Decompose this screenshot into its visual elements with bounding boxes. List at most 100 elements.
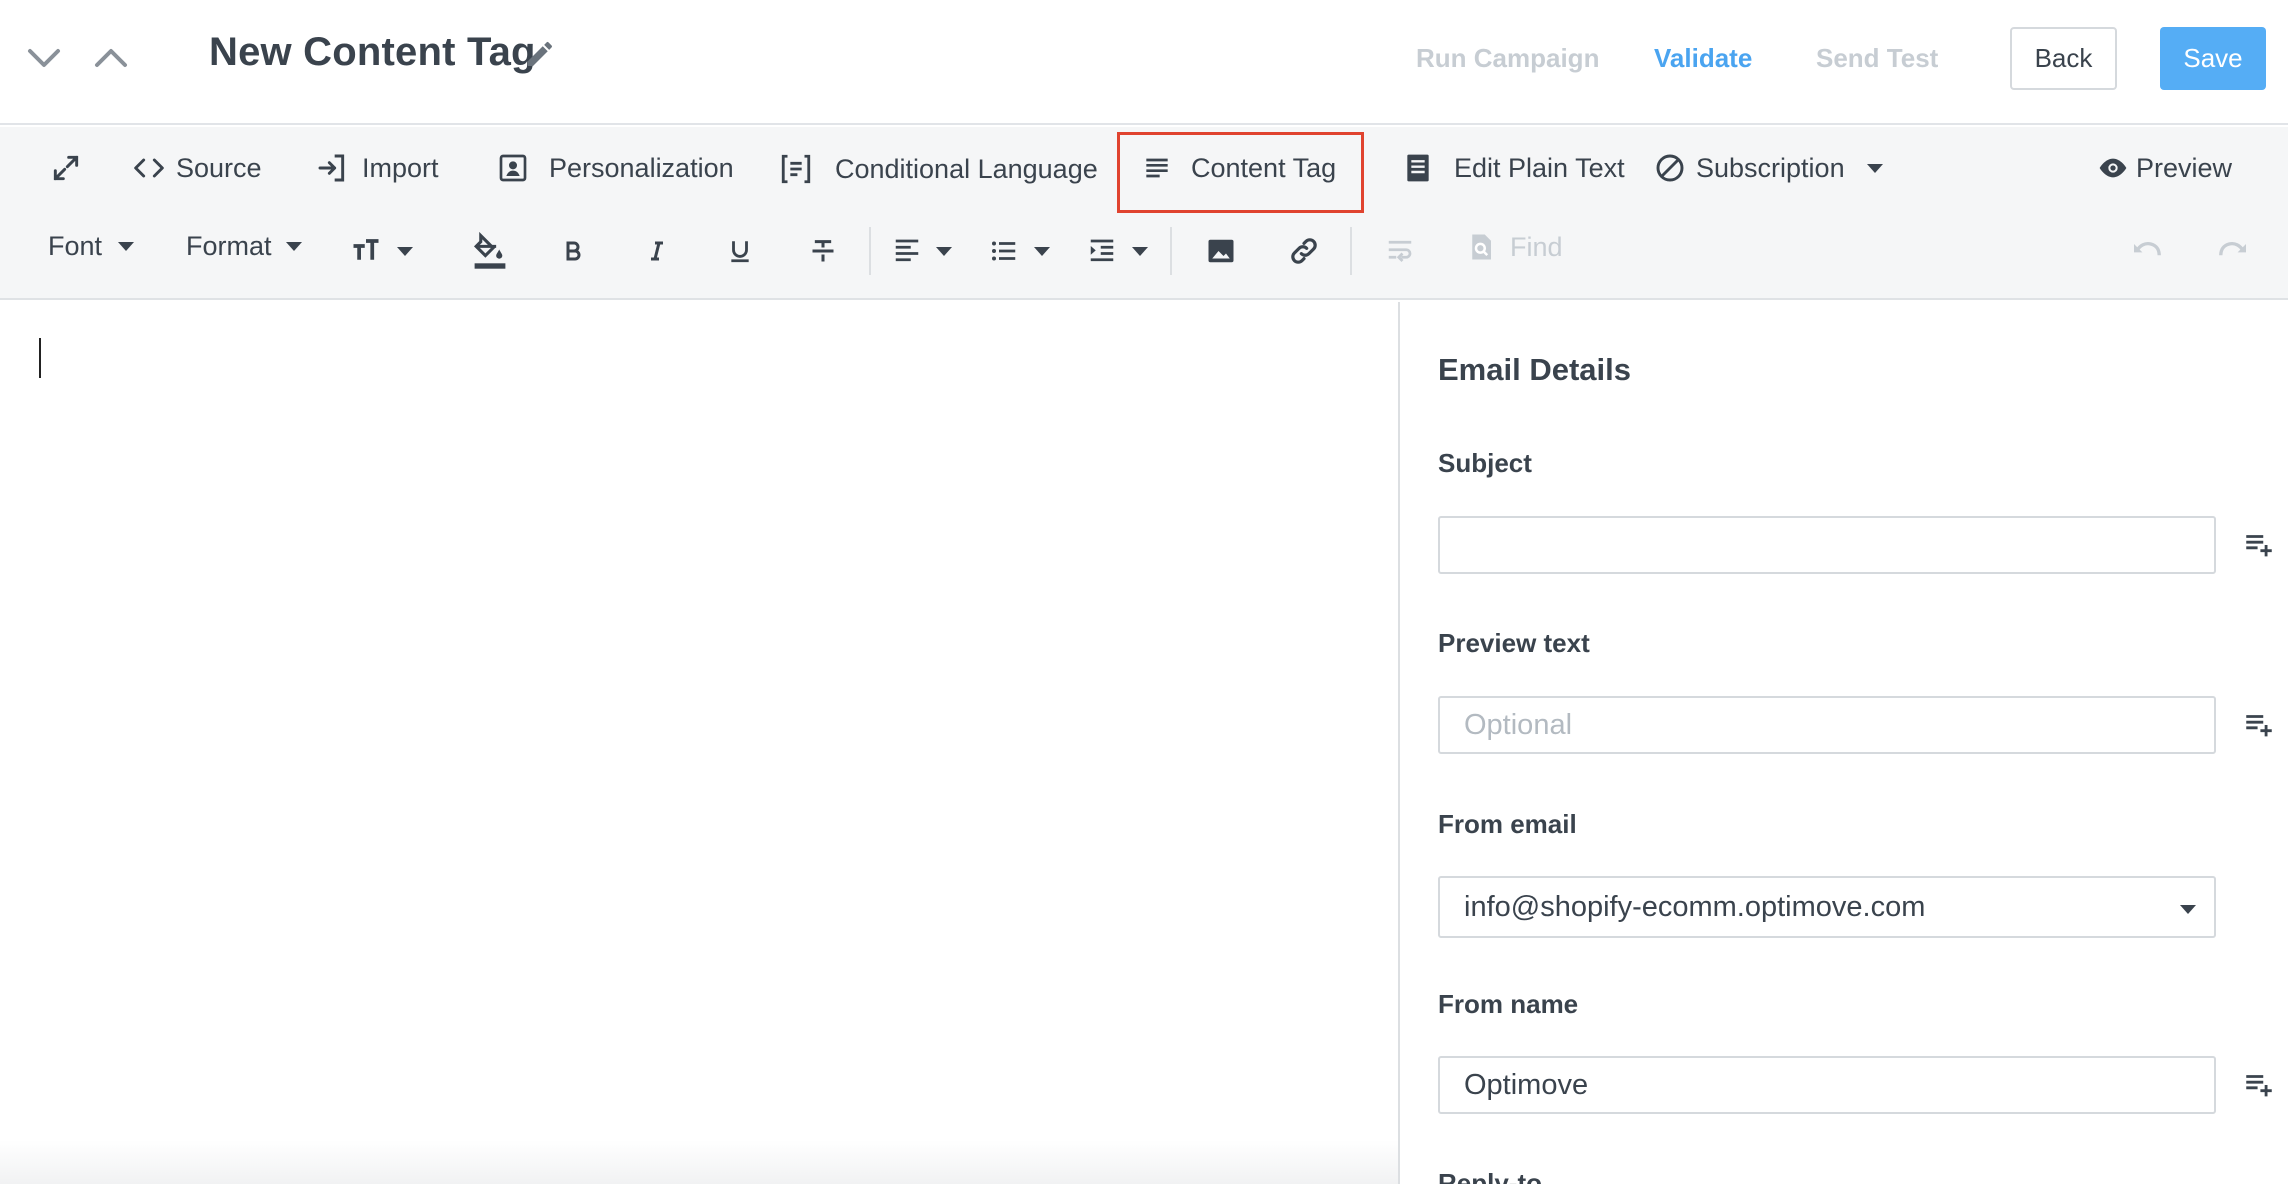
bold-button[interactable] [556,231,590,271]
subscription-dropdown[interactable]: Subscription [1654,152,1883,184]
italic-button[interactable] [640,231,674,271]
validate-link[interactable]: Validate [1654,43,1752,74]
editor-toolbar: Source Import Personalization Conditiona… [0,127,2288,300]
undo-button[interactable] [2128,229,2168,273]
indent-dropdown[interactable] [1080,229,1154,273]
document-icon [1407,154,1429,182]
fullscreen-button[interactable] [50,152,82,184]
underline-button[interactable] [723,231,757,271]
back-button[interactable]: Back [2010,27,2117,90]
link-icon [1291,238,1317,264]
header-bar: New Content Tag Run Campaign Validate Se… [0,0,2288,125]
from-email-select[interactable]: info@shopify-ecomm.optimove.com [1438,876,2216,938]
font-dropdown[interactable]: Font [48,231,135,262]
subject-input[interactable] [1438,516,2216,574]
playlist-add-icon[interactable] [2242,528,2278,564]
source-button[interactable]: Source [132,152,262,184]
font-label: Font [48,231,103,261]
fill-color-button[interactable] [468,227,512,275]
editor-bottom-fade [0,1140,1398,1184]
font-size-dropdown[interactable] [344,229,418,273]
wrap-text-button[interactable] [1380,229,1420,273]
playlist-add-icon[interactable] [2242,1068,2278,1104]
underline-icon [731,241,749,263]
toolbar-divider [869,227,871,275]
find-icon [1472,234,1491,260]
italic-icon [651,241,663,261]
toolbar-divider [1170,227,1172,275]
chevron-up-icon[interactable] [89,36,133,80]
preview-button[interactable]: Preview [2096,152,2232,184]
conditional-language-button[interactable]: Conditional Language [779,152,1098,186]
text-cursor [39,338,41,378]
page-title: New Content Tag [209,30,536,74]
strikethrough-button[interactable] [806,231,840,271]
bracket-lines-icon [781,154,811,184]
from-name-input[interactable] [1438,1056,2216,1114]
redo-button[interactable] [2212,229,2252,273]
bold-icon [566,241,581,261]
panel-title: Email Details [1438,352,1631,387]
personalization-label: Personalization [549,152,734,183]
preview-label: Preview [2136,152,2233,183]
find-button[interactable]: Find [1466,231,1563,263]
format-dropdown[interactable]: Format [186,231,302,262]
source-label: Source [176,152,262,183]
strikethrough-icon [812,240,834,262]
import-button[interactable]: Import [316,152,439,184]
caret-down-icon [285,242,302,251]
run-campaign-link[interactable]: Run Campaign [1416,43,1599,74]
align-dropdown[interactable] [886,229,958,273]
content-tag-button[interactable]: Content Tag [1141,152,1336,184]
caret-down-icon [2180,905,2196,914]
personalization-button[interactable]: Personalization [497,152,734,184]
pencil-icon[interactable] [524,38,560,74]
edit-plain-text-button[interactable]: Edit Plain Text [1402,152,1625,184]
content-editor[interactable] [0,302,1398,1184]
find-label: Find [1510,231,1563,262]
wrap-icon [1388,240,1412,262]
content-tag-label: Content Tag [1191,152,1337,183]
caret-down-icon [1132,246,1148,256]
edit-plain-text-label: Edit Plain Text [1454,152,1625,183]
subscription-label: Subscription [1696,152,1845,183]
insert-image-button[interactable] [1202,229,1240,273]
send-test-link[interactable]: Send Test [1816,43,1938,74]
preview-text-label: Preview text [1438,628,1590,658]
caret-down-icon [936,246,952,256]
from-name-label: From name [1438,989,1579,1019]
import-icon [318,154,345,182]
eye-icon [2099,158,2127,178]
caret-down-icon [397,246,413,256]
caret-down-icon [118,242,135,251]
playlist-add-icon[interactable] [2242,708,2278,744]
expand-icon [53,155,79,181]
save-button[interactable]: Save [2160,27,2266,90]
code-icon [134,158,164,178]
paint-bucket-icon [473,231,506,269]
indent-icon [1090,239,1114,262]
lines-icon [1146,158,1168,178]
list-dropdown[interactable] [982,229,1056,273]
preview-text-input[interactable] [1438,696,2216,754]
conditional-language-label: Conditional Language [835,153,1098,184]
text-size-icon [353,239,379,260]
caret-down-icon [1866,163,1883,173]
subject-label: Subject [1438,448,1532,478]
align-left-icon [895,239,919,262]
redo-icon [2219,241,2246,256]
email-details-panel: Email Details Subject Preview text From … [1398,302,2288,1184]
import-label: Import [362,152,439,183]
toolbar-divider [1350,227,1352,275]
caret-down-icon [1034,246,1050,256]
bulleted-list-icon [992,241,1016,261]
insert-link-button[interactable] [1284,229,1324,273]
from-email-label: From email [1438,809,1577,839]
reply-to-label: Reply-to [1438,1168,1542,1184]
image-icon [1208,239,1234,263]
person-card-icon [499,154,527,182]
chevron-down-icon[interactable] [22,36,66,80]
from-email-value: info@shopify-ecomm.optimove.com [1464,890,1926,923]
blocked-circle-icon [1656,154,1684,182]
undo-icon [2134,241,2161,256]
